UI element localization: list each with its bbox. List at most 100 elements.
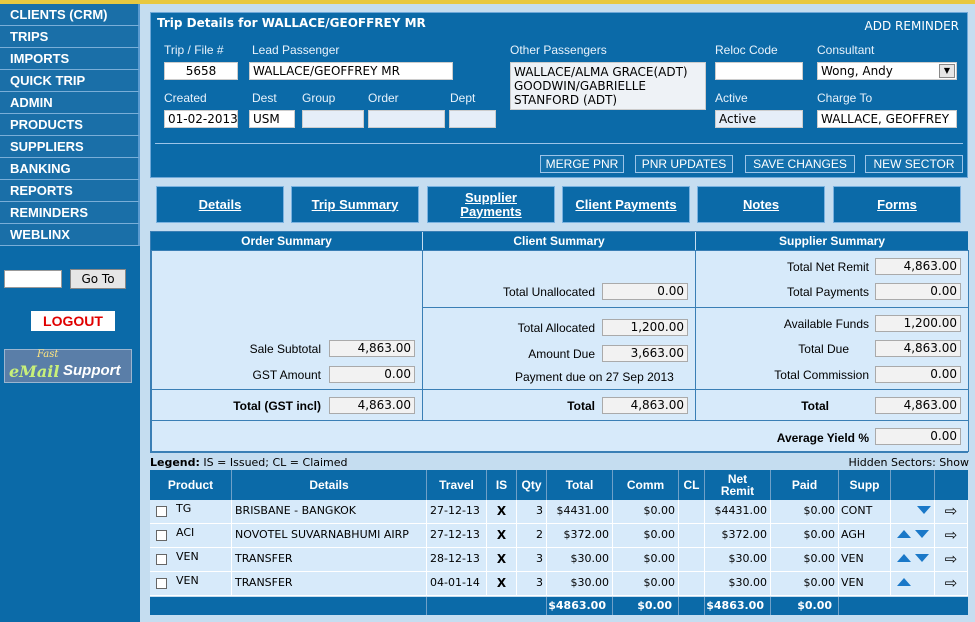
- tab-supplier-payments[interactable]: Supplier Payments: [427, 186, 555, 223]
- consultant-select[interactable]: Wong, Andy ▼: [817, 62, 957, 80]
- active-field[interactable]: Active: [715, 110, 803, 128]
- row-comm: $0.00: [613, 572, 679, 596]
- nav-suppliers[interactable]: SUPPLIERS: [0, 136, 140, 158]
- file-number-field[interactable]: 5658: [164, 62, 238, 80]
- other-label: Other Passengers: [510, 43, 607, 57]
- amount-due-value: 3,663.00: [602, 345, 688, 362]
- lead-passenger-field[interactable]: WALLACE/GEOFFREY MR: [249, 62, 453, 80]
- table-row[interactable]: VEN TRANSFER 04-01-14 X 3 $30.00 $0.00 $…: [150, 572, 968, 596]
- legend: Legend: IS = Issued; CL = Claimed: [150, 456, 348, 469]
- move-down-icon[interactable]: [914, 530, 929, 538]
- col-is[interactable]: IS: [487, 470, 517, 500]
- open-arrow-icon[interactable]: ⇨: [935, 524, 968, 548]
- row-product: VEN: [176, 548, 232, 572]
- open-arrow-icon[interactable]: ⇨: [935, 572, 968, 596]
- col-supp[interactable]: Supp: [839, 470, 891, 500]
- add-reminder-link[interactable]: ADD REMINDER: [865, 19, 959, 33]
- client-total-label: Total: [567, 399, 595, 413]
- group-field[interactable]: [302, 110, 364, 128]
- tab-details[interactable]: Details: [156, 186, 284, 223]
- new-sector-button[interactable]: NEW SECTOR: [865, 155, 963, 173]
- total-commission-label: Total Commission: [774, 368, 869, 382]
- move-up-icon[interactable]: [897, 530, 911, 538]
- table-row[interactable]: VEN TRANSFER 28-12-13 X 3 $30.00 $0.00 $…: [150, 548, 968, 572]
- col-cl[interactable]: CL: [679, 470, 705, 500]
- footer-spacer: [150, 597, 427, 615]
- row-issued: X: [487, 572, 517, 596]
- tab-trip-summary[interactable]: Trip Summary: [291, 186, 419, 223]
- goto-input[interactable]: [4, 270, 62, 288]
- nav-admin[interactable]: ADMIN: [0, 92, 140, 114]
- nav-banking[interactable]: BANKING: [0, 158, 140, 180]
- payment-due-note: Payment due on 27 Sep 2013: [515, 370, 674, 384]
- nav-products[interactable]: PRODUCTS: [0, 114, 140, 136]
- logout-button[interactable]: LOGOUT: [31, 311, 115, 331]
- dept-field[interactable]: [449, 110, 496, 128]
- col-net-remit[interactable]: Net Remit: [705, 470, 771, 500]
- email-support-logo[interactable]: Fast eMail Support: [4, 349, 132, 383]
- nav-weblinx[interactable]: WEBLINX: [0, 224, 140, 246]
- col-travel[interactable]: Travel: [427, 470, 487, 500]
- pnr-updates-button[interactable]: PNR UPDATES: [635, 155, 733, 173]
- row-product: ACI: [176, 524, 232, 548]
- row-checkbox[interactable]: [156, 530, 167, 541]
- tab-notes[interactable]: Notes: [697, 186, 825, 223]
- row-issued: X: [487, 500, 517, 524]
- save-changes-button[interactable]: SAVE CHANGES: [745, 155, 855, 173]
- sale-subtotal-label: Sale Subtotal: [249, 342, 321, 356]
- move-up-icon[interactable]: [897, 578, 911, 586]
- row-details: NOVOTEL SUVARNABHUMI AIRP: [232, 524, 427, 548]
- total-due-label: Total Due: [798, 342, 849, 356]
- row-net-remit: $372.00: [705, 524, 771, 548]
- tab-forms[interactable]: Forms: [833, 186, 961, 223]
- col-comm[interactable]: Comm: [613, 470, 679, 500]
- summary-panel: Order Summary Client Summary Supplier Su…: [150, 231, 969, 453]
- charge-to-field[interactable]: WALLACE, GEOFFREY: [817, 110, 957, 128]
- order-field[interactable]: [368, 110, 445, 128]
- col-total[interactable]: Total: [547, 470, 613, 500]
- row-checkbox[interactable]: [156, 506, 167, 517]
- move-down-icon[interactable]: [917, 506, 931, 514]
- chevron-down-icon[interactable]: ▼: [939, 64, 955, 78]
- available-funds-value: 1,200.00: [875, 315, 961, 332]
- nav-reports[interactable]: REPORTS: [0, 180, 140, 202]
- total-unallocated-value: 0.00: [602, 283, 688, 300]
- nav-reminders[interactable]: REMINDERS: [0, 202, 140, 224]
- created-date-field[interactable]: 01-02-2013: [164, 110, 238, 128]
- hidden-sectors-link[interactable]: Hidden Sectors: Show: [848, 456, 969, 469]
- trip-details-panel: Trip Details for WALLACE/GEOFFREY MR ADD…: [150, 12, 968, 178]
- gst-amount-label: GST Amount: [252, 368, 321, 382]
- goto-button[interactable]: Go To: [70, 269, 126, 289]
- order-total-label: Total (GST incl): [233, 399, 321, 413]
- col-paid[interactable]: Paid: [771, 470, 839, 500]
- average-yield-value: 0.00: [875, 428, 961, 445]
- open-arrow-icon[interactable]: ⇨: [935, 500, 968, 524]
- reloc-code-field[interactable]: [715, 62, 803, 80]
- col-product[interactable]: Product: [150, 470, 232, 500]
- open-arrow-icon[interactable]: ⇨: [935, 548, 968, 572]
- dest-field[interactable]: USM: [249, 110, 295, 128]
- total-payments-label: Total Payments: [786, 285, 869, 299]
- col-details[interactable]: Details: [232, 470, 427, 500]
- row-details: TRANSFER: [232, 572, 427, 596]
- nav-imports[interactable]: IMPORTS: [0, 48, 140, 70]
- row-issued: X: [487, 524, 517, 548]
- move-up-icon[interactable]: [897, 554, 911, 562]
- table-row[interactable]: TG BRISBANE - BANGKOK 27-12-13 X 3 $4431…: [150, 500, 968, 524]
- tab-client-payments[interactable]: Client Payments: [562, 186, 690, 223]
- row-checkbox[interactable]: [156, 554, 167, 565]
- row-checkbox[interactable]: [156, 578, 167, 589]
- total-net-remit-label: Total Net Remit: [786, 260, 869, 274]
- table-row[interactable]: ACI NOVOTEL SUVARNABHUMI AIRP 27-12-13 X…: [150, 524, 968, 548]
- row-product: TG: [176, 500, 232, 524]
- row-details: BRISBANE - BANGKOK: [232, 500, 427, 524]
- move-down-icon[interactable]: [914, 554, 929, 562]
- nav-quick-trip[interactable]: QUICK TRIP: [0, 70, 140, 92]
- merge-pnr-button[interactable]: MERGE PNR: [540, 155, 624, 173]
- order-summary-heading: Order Summary: [151, 232, 422, 250]
- nav-clients-crm[interactable]: CLIENTS (CRM): [0, 4, 140, 26]
- total-unallocated-label: Total Unallocated: [502, 285, 595, 299]
- col-qty[interactable]: Qty: [517, 470, 547, 500]
- nav-trips[interactable]: TRIPS: [0, 26, 140, 48]
- other-passengers-field[interactable]: WALLACE/ALMA GRACE(ADT) GOODWIN/GABRIELL…: [510, 62, 706, 110]
